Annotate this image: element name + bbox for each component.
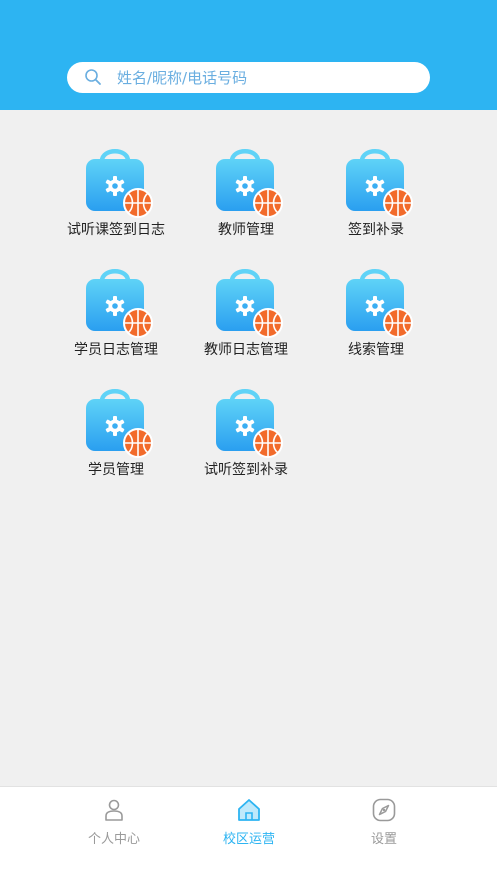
bag-gear-basketball-icon: [86, 149, 153, 218]
bag-gear-basketball-icon: [86, 389, 153, 458]
tab-settings[interactable]: 设置: [301, 787, 467, 884]
bottom-tab-bar: 个人中心 校区运营 设置: [0, 786, 497, 884]
menu-item-label: 签到补录: [348, 222, 404, 238]
menu-item-label: 学员日志管理: [74, 342, 158, 358]
search-icon: [85, 69, 101, 85]
menu-item-label: 学员管理: [88, 462, 144, 478]
search-bar[interactable]: [67, 62, 430, 93]
search-input[interactable]: [117, 62, 417, 93]
menu-item-label: 试听课签到日志: [67, 222, 165, 238]
menu-item-label: 教师日志管理: [204, 342, 288, 358]
bag-gear-basketball-icon: [216, 149, 283, 218]
menu-item-teacher-log-management[interactable]: 教师日志管理: [181, 263, 311, 373]
bag-gear-basketball-icon: [346, 149, 413, 218]
person-icon: [105, 799, 123, 821]
menu-item-teacher-management[interactable]: 教师管理: [181, 143, 311, 253]
menu-item-checkin-supplement[interactable]: 签到补录: [311, 143, 441, 253]
menu-item-label: 教师管理: [218, 222, 274, 238]
bag-gear-basketball-icon: [216, 269, 283, 338]
menu-item-student-management[interactable]: 学员管理: [51, 383, 181, 493]
menu-item-label: 试听签到补录: [204, 462, 288, 478]
bag-gear-basketball-icon: [86, 269, 153, 338]
header-bar: [0, 0, 497, 110]
menu-item-label: 线索管理: [348, 342, 404, 358]
menu-item-trial-checkin-log[interactable]: 试听课签到日志: [51, 143, 181, 253]
menu-item-student-log-management[interactable]: 学员日志管理: [51, 263, 181, 373]
home-icon: [238, 799, 260, 821]
bag-gear-basketball-icon: [216, 389, 283, 458]
menu-item-lead-management[interactable]: 线索管理: [311, 263, 441, 373]
bag-gear-basketball-icon: [346, 269, 413, 338]
menu-item-trial-checkin-supplement[interactable]: 试听签到补录: [181, 383, 311, 493]
compass-icon: [372, 798, 396, 822]
tab-label: 设置: [370, 832, 397, 847]
